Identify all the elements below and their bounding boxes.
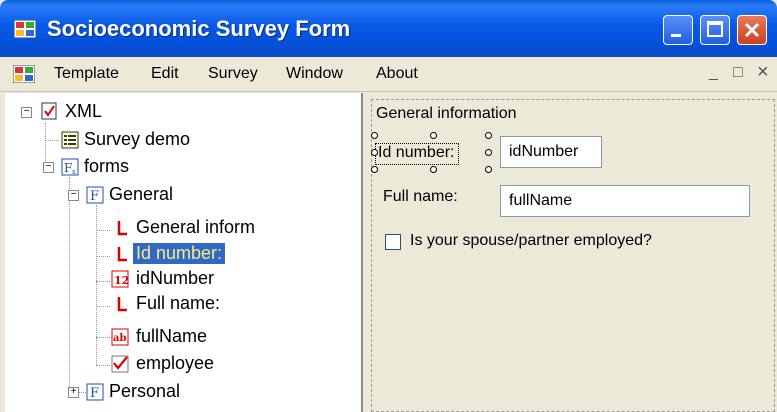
- resize-handle[interactable]: [485, 149, 492, 156]
- tree-label: Survey demo: [84, 129, 191, 149]
- svg-text:F: F: [90, 386, 99, 401]
- text-ab-icon: ab: [111, 328, 129, 346]
- checkmark-icon: [111, 355, 129, 373]
- tree-node-forms[interactable]: − F s forms: [5, 156, 355, 178]
- minimize-button[interactable]: [663, 15, 693, 45]
- label-l-icon: [117, 221, 127, 236]
- tree-node-general[interactable]: − F General: [5, 184, 355, 206]
- general-info-label[interactable]: General information: [376, 105, 517, 123]
- menu-window[interactable]: Window: [286, 65, 343, 83]
- tree-label: idNumber: [136, 268, 215, 288]
- tree-node-full-name-label[interactable]: Full name:: [5, 293, 355, 315]
- collapse-icon[interactable]: −: [21, 107, 32, 118]
- tree-node-general-inform[interactable]: General inform: [5, 217, 355, 239]
- resize-handle[interactable]: [430, 132, 437, 139]
- tree-node-id-number-label[interactable]: Id number:: [5, 243, 355, 265]
- forms-icon: F s: [61, 158, 79, 176]
- tree-label: Personal: [109, 381, 181, 401]
- mdi-restore-button[interactable]: □: [733, 64, 743, 82]
- spouse-employed-checkbox[interactable]: [385, 234, 401, 250]
- maximize-icon: [707, 21, 723, 37]
- tree-label: Full name:: [136, 293, 221, 313]
- resize-handle[interactable]: [485, 132, 492, 139]
- tree-label: XML: [65, 101, 103, 121]
- label-l-icon: [117, 247, 127, 262]
- tree-node-employee[interactable]: employee: [5, 353, 355, 375]
- close-icon: [744, 22, 760, 38]
- tree-label: Id number:: [133, 243, 226, 264]
- form-f-icon: F: [86, 186, 104, 204]
- label-l-icon: [117, 297, 127, 312]
- mdi-close-button[interactable]: ×: [757, 61, 769, 84]
- resize-handle[interactable]: [485, 166, 492, 173]
- tree-node-xml[interactable]: − XML: [5, 101, 355, 123]
- expand-icon[interactable]: +: [68, 387, 79, 398]
- svg-text:12: 12: [114, 274, 129, 287]
- title-bar[interactable]: Socioeconomic Survey Form: [0, 0, 777, 57]
- svg-text:ab: ab: [113, 333, 126, 344]
- svg-text:F: F: [90, 189, 99, 204]
- spouse-employed-label[interactable]: Is your spouse/partner employed?: [410, 232, 652, 250]
- resize-handle[interactable]: [430, 166, 437, 173]
- window-title: Socioeconomic Survey Form: [47, 16, 351, 41]
- minimize-icon: [671, 34, 681, 37]
- full-name-label[interactable]: Full name:: [383, 188, 458, 206]
- resize-handle[interactable]: [371, 132, 378, 139]
- close-button[interactable]: [737, 15, 767, 45]
- tree-label: fullName: [136, 326, 208, 346]
- number-12-icon: 12: [111, 270, 129, 288]
- list-icon: [61, 131, 79, 149]
- resize-handle[interactable]: [371, 166, 378, 173]
- form-designer[interactable]: General information Id number: idNumber …: [363, 93, 777, 412]
- menu-survey[interactable]: Survey: [208, 65, 258, 83]
- tree-label: General inform: [136, 217, 256, 237]
- menu-template[interactable]: Template: [54, 65, 119, 83]
- template-tree[interactable]: − XML Survey demo − F s forms − F Genera…: [5, 93, 363, 412]
- tree-node-full-name-field[interactable]: ab fullName: [5, 326, 355, 348]
- document-check-icon: [41, 102, 57, 120]
- tree-node-survey-demo[interactable]: Survey demo: [5, 129, 355, 151]
- tree-node-personal[interactable]: + F Personal: [5, 381, 355, 403]
- svg-text:s: s: [72, 168, 76, 176]
- menu-about[interactable]: About: [376, 65, 418, 83]
- maximize-button[interactable]: [700, 15, 730, 45]
- form-f-icon: F: [86, 383, 104, 401]
- mdi-app-icon[interactable]: [13, 65, 35, 83]
- menu-bar: Template Edit Survey Window About _ □ ×: [0, 57, 777, 92]
- id-number-field[interactable]: idNumber: [500, 136, 602, 168]
- menu-edit[interactable]: Edit: [151, 65, 179, 83]
- id-number-label[interactable]: Id number:: [375, 143, 460, 165]
- app-icon: [14, 20, 36, 38]
- tree-label: employee: [136, 353, 215, 373]
- collapse-icon[interactable]: −: [68, 190, 79, 201]
- mdi-minimize-button[interactable]: _: [709, 64, 718, 82]
- tree-node-id-number-field[interactable]: 12 idNumber: [5, 268, 355, 290]
- collapse-icon[interactable]: −: [43, 162, 54, 173]
- full-name-field[interactable]: fullName: [500, 185, 750, 217]
- resize-handle[interactable]: [371, 149, 378, 156]
- tree-label: General: [109, 184, 174, 204]
- tree-label: forms: [84, 156, 129, 176]
